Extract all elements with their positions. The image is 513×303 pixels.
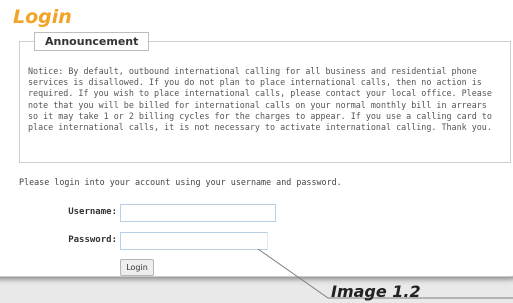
callout-pointer xyxy=(257,248,513,299)
image-caption: Image 1.2 xyxy=(331,282,421,301)
